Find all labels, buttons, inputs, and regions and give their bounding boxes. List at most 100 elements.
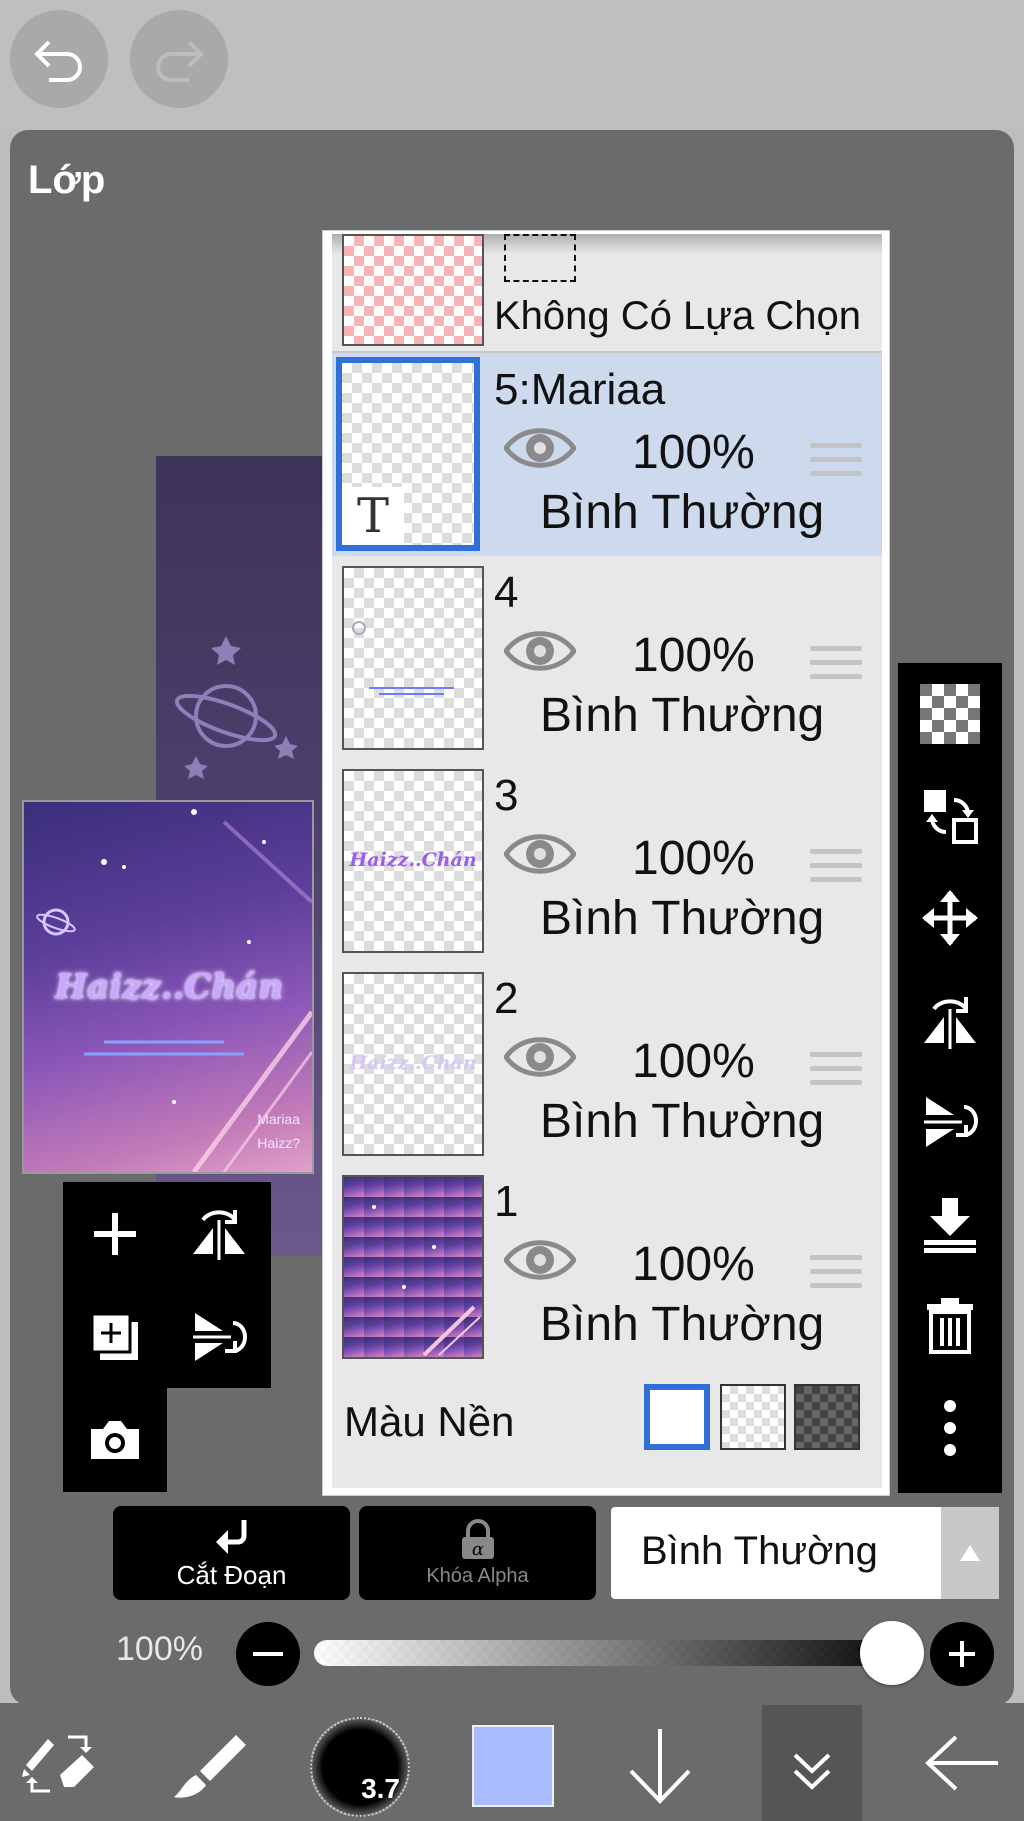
undo-icon (34, 40, 82, 82)
transparency-button[interactable] (898, 663, 1002, 765)
import-photo-button[interactable] (63, 1388, 167, 1491)
background-color-row: Màu Nền (332, 1368, 882, 1488)
arrow-down-icon (629, 1729, 691, 1804)
layer-visibility-toggle[interactable] (502, 423, 578, 478)
layer-thumbnail: T (336, 357, 480, 551)
flip-vertical-icon (924, 1097, 978, 1147)
bg-dark-swatch[interactable] (794, 1384, 860, 1450)
bg-checker-swatch[interactable] (720, 1384, 786, 1450)
layer-name: 4 (494, 568, 519, 617)
tool-switch-button[interactable] (20, 1725, 100, 1806)
layer-row[interactable]: T 5:Mariaa 100% Bình Thường (332, 353, 882, 558)
opacity-decrease-button[interactable] (236, 1622, 300, 1686)
flip-vertical-side-button[interactable] (898, 1071, 1002, 1173)
brush-icon (174, 1735, 246, 1798)
move-arrows-icon (922, 890, 978, 946)
duplicate-layer-button[interactable] (63, 1285, 167, 1388)
swap-layer-button[interactable] (898, 765, 1002, 867)
layer-opacity: 100% (632, 426, 755, 479)
flip-vertical-button[interactable] (167, 1285, 271, 1388)
layer-name: 2 (494, 974, 519, 1023)
flip-horizontal-side-button[interactable] (898, 969, 1002, 1071)
brush-size-button[interactable]: 3.7 (310, 1717, 410, 1817)
more-vertical-icon (944, 1400, 956, 1456)
undo-button[interactable] (10, 10, 108, 108)
redo-icon (156, 40, 204, 82)
merge-down-button[interactable] (898, 1173, 1002, 1275)
layer-visibility-toggle[interactable] (502, 626, 578, 681)
layer-thumbnail: Haizz..Chán (342, 972, 484, 1156)
delete-layer-button[interactable] (898, 1275, 1002, 1377)
text-layer-icon: T (342, 487, 404, 545)
layer-row[interactable]: Haizz..Chán 3 100% Bình Thường (332, 759, 882, 964)
color-swatch-button[interactable] (472, 1725, 554, 1807)
camera-icon (91, 1420, 139, 1459)
arrow-left-icon (925, 1735, 998, 1791)
bottom-toolbar: 3.7 (0, 1703, 1024, 1821)
preview-credit-line1: Mariaa (257, 1111, 300, 1127)
caret-up-icon (960, 1545, 980, 1561)
layers-panel-toggle[interactable] (762, 1705, 862, 1821)
layer-visibility-toggle[interactable] (502, 1032, 578, 1087)
layer-row[interactable]: 1 100% Bình Thường (332, 1165, 882, 1370)
layer-opacity: 100% (632, 629, 755, 682)
minus-icon (253, 1652, 283, 1656)
add-layer-button[interactable] (63, 1182, 167, 1285)
more-options-button[interactable] (898, 1377, 1002, 1479)
flip-vertical-icon (193, 1312, 247, 1361)
layer-thumb-text: Haizz..Chán (349, 849, 477, 871)
brush-tool-button[interactable] (170, 1725, 250, 1806)
redo-button[interactable] (130, 10, 228, 108)
eye-icon (502, 1240, 578, 1280)
blend-mode-dropdown[interactable] (941, 1507, 999, 1599)
clipping-button[interactable]: Cắt Đoạn (113, 1506, 350, 1600)
layer-blend-mode: Bình Thường (540, 1298, 825, 1351)
preview-art-title: Haizz..Chán (55, 967, 283, 1007)
flip-horizontal-button[interactable] (167, 1182, 271, 1285)
layer-row[interactable]: Haizz..Chán 2 100% Bình Thường (332, 962, 882, 1167)
layer-visibility-toggle[interactable] (502, 1235, 578, 1290)
opacity-slider-thumb[interactable] (860, 1621, 924, 1685)
layer-blend-mode: Bình Thường (540, 1095, 825, 1148)
drag-handle-icon[interactable] (810, 646, 862, 688)
layer-down-button[interactable] (625, 1725, 695, 1810)
background-color-label: Màu Nền (344, 1398, 515, 1445)
alpha-lock-button[interactable]: α Khóa Alpha (359, 1506, 596, 1600)
plus-icon (94, 1212, 136, 1255)
duplicate-icon (90, 1312, 138, 1360)
drag-handle-icon[interactable] (810, 443, 862, 485)
alpha-lock-label: Khóa Alpha (426, 1564, 529, 1587)
flip-horizontal-icon (924, 997, 976, 1049)
opacity-slider-track[interactable] (314, 1640, 894, 1666)
checkerboard-icon (920, 684, 980, 744)
layer-row[interactable]: 4 100% Bình Thường (332, 556, 882, 761)
eye-icon (502, 1037, 578, 1077)
merge-down-icon (924, 1198, 976, 1253)
blend-mode-select[interactable]: Bình Thường (611, 1507, 999, 1599)
layer-thumb-text: Haizz..Chán (349, 1052, 477, 1074)
opacity-increase-button[interactable] (930, 1622, 994, 1686)
bg-white-swatch[interactable] (644, 1384, 710, 1450)
drag-handle-icon[interactable] (810, 1255, 862, 1297)
swap-icon (924, 790, 978, 844)
preview-credit-line2: Haizz? (257, 1135, 300, 1151)
selection-layer-row[interactable]: Không Có Lựa Chọn (332, 234, 882, 353)
selection-label: Không Có Lựa Chọn (494, 294, 862, 338)
selection-thumbnail (342, 234, 484, 346)
layer-opacity: 100% (632, 1238, 755, 1291)
layer-list[interactable]: Không Có Lựa Chọn T 5:Mariaa 100% Bình Thườ… (332, 234, 882, 1488)
chevrons-down-icon (793, 1753, 831, 1790)
drag-handle-icon[interactable] (810, 1052, 862, 1094)
clip-label: Cắt Đoạn (176, 1559, 287, 1590)
drag-handle-icon[interactable] (810, 849, 862, 891)
opacity-label: 100% (116, 1630, 203, 1668)
back-button[interactable] (924, 1733, 1000, 1798)
plus-icon (949, 1641, 975, 1667)
brush-size-value: 3.7 (361, 1773, 400, 1804)
canvas-preview[interactable]: Haizz..Chán Mariaa Haizz? (22, 800, 314, 1174)
right-toolbar (898, 663, 1002, 1493)
move-button[interactable] (898, 867, 1002, 969)
layer-visibility-toggle[interactable] (502, 829, 578, 884)
current-color (474, 1727, 552, 1805)
panel-title: Lớp (28, 158, 106, 202)
